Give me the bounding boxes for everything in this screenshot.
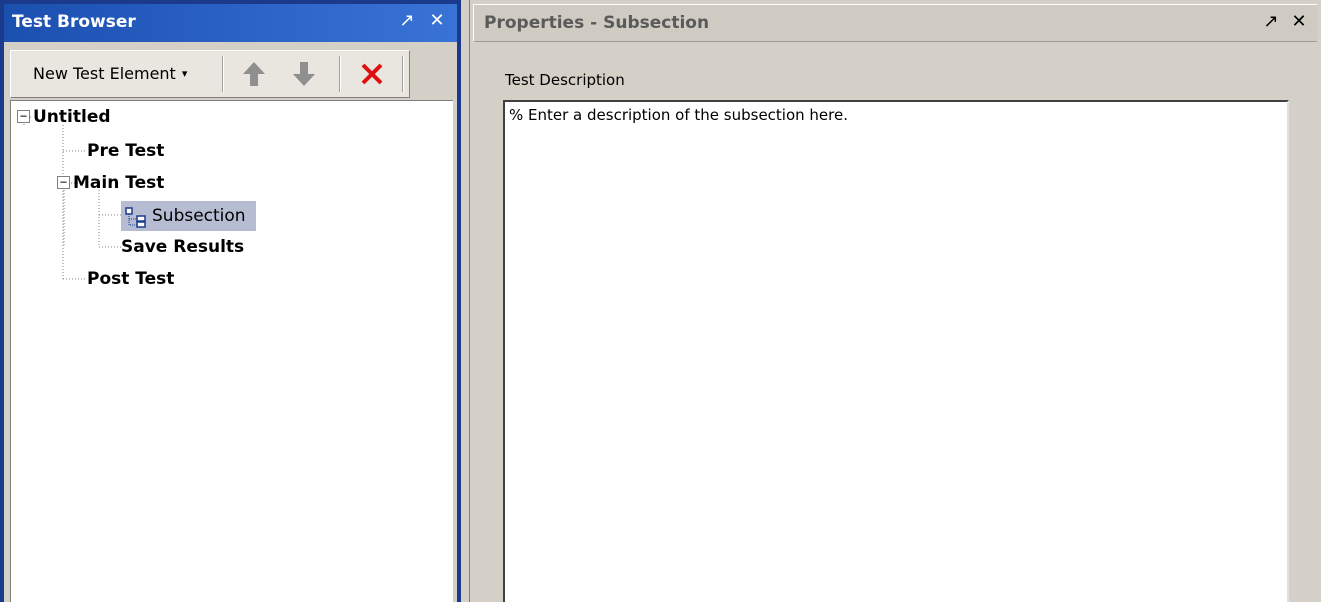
tree-node-save-results[interactable]: Save Results	[121, 234, 244, 260]
chevron-down-icon[interactable]: ▾	[182, 67, 188, 80]
test-description-text: % Enter a description of the subsection …	[509, 106, 848, 124]
toolbar-separator	[222, 56, 224, 92]
tree-node-subsection[interactable]: Subsection	[121, 201, 256, 231]
properties-title: Properties - Subsection	[484, 13, 710, 33]
pane-splitter[interactable]	[469, 0, 473, 602]
new-test-element-button[interactable]: New Test Element ▾	[17, 57, 217, 91]
tree-node-pre-test[interactable]: Pre Test	[87, 138, 164, 164]
toolbar-separator	[402, 56, 404, 92]
new-test-element-label: New Test Element	[33, 64, 176, 83]
properties-scroll-edge	[1295, 100, 1309, 602]
test-browser-title-bar: Test Browser ↗ ✕	[4, 4, 457, 42]
tree-collapse-toggle[interactable]: −	[57, 176, 70, 189]
test-browser-panel: Test Browser ↗ ✕ New Test Element ▾ − Un…	[0, 0, 461, 602]
arrow-up-icon[interactable]	[239, 59, 269, 89]
delete-x-icon[interactable]	[357, 59, 387, 89]
properties-title-bar: Properties - Subsection ↗ ✕	[473, 4, 1317, 42]
close-icon[interactable]: ✕	[1288, 11, 1310, 33]
test-description-label: Test Description	[505, 71, 625, 89]
tree-node-untitled[interactable]: Untitled	[33, 104, 111, 130]
tree-node-subsection-label: Subsection	[152, 206, 246, 226]
test-tree: − Untitled Pre Test − Main Test Subsecti…	[10, 100, 453, 602]
toolbar-separator	[339, 56, 341, 92]
tree-collapse-toggle[interactable]: −	[17, 110, 30, 123]
tree-node-post-test[interactable]: Post Test	[87, 266, 174, 292]
undock-pin-icon[interactable]: ↗	[1260, 11, 1282, 33]
arrow-down-icon[interactable]	[289, 59, 319, 89]
test-browser-toolbar: New Test Element ▾	[10, 50, 410, 98]
test-browser-title: Test Browser	[12, 12, 136, 32]
tree-node-main-test[interactable]: Main Test	[73, 170, 164, 196]
close-icon[interactable]: ✕	[426, 10, 448, 32]
properties-panel: Properties - Subsection ↗ ✕ Test Descrip…	[469, 0, 1321, 602]
test-description-field[interactable]: % Enter a description of the subsection …	[503, 100, 1289, 602]
subsection-icon	[125, 207, 147, 233]
undock-pin-icon[interactable]: ↗	[396, 10, 418, 32]
